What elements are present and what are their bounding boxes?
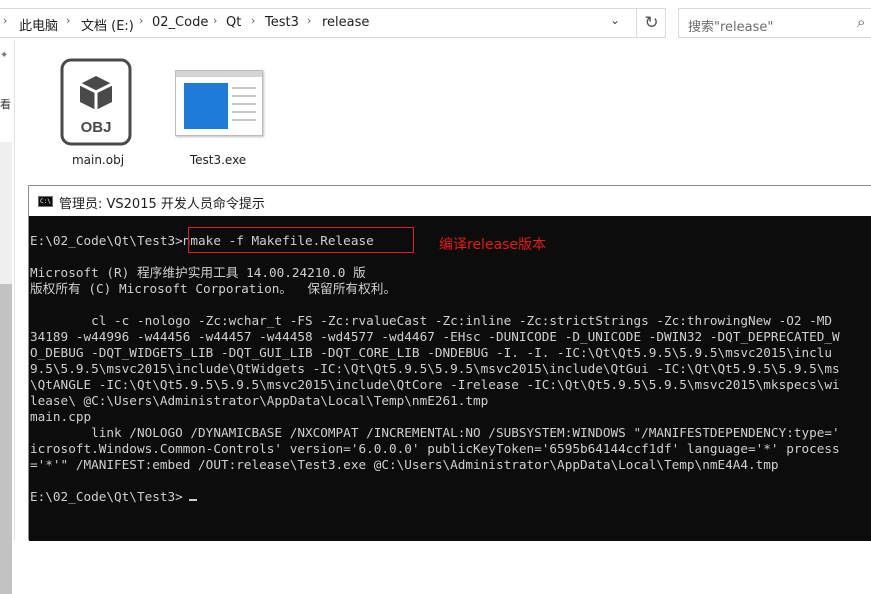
console-title: 管理员: VS2015 开发人员命令提示 [59,197,265,212]
navigation-pane: ✦ 看 [0,40,15,594]
refresh-button[interactable]: ↻ [636,9,666,37]
chevron-right-icon: › [307,14,312,27]
obj-file-icon: OBJ [60,58,132,146]
search-icon[interactable]: ⌕ [857,13,865,31]
console-line: 版权所有 (C) Microsoft Corporation。 保留所有权利。 [30,281,397,296]
pin-icon: ✦ [0,50,9,61]
chevron-right-icon: › [139,14,144,27]
file-name: main.obj [71,153,125,167]
breadcrumb-drive-e[interactable]: 文档 (E:) [81,15,134,34]
obj-badge-text: OBJ [81,119,112,136]
file-main-obj[interactable]: OBJ main.obj [50,56,146,176]
command-highlight-box [188,227,414,253]
console-line: ='*'" /MANIFEST:embed /OUT:release\Test3… [30,457,779,472]
chevron-right-icon: › [213,14,218,27]
exe-file-icon [175,70,263,136]
breadcrumb-02-code[interactable]: 02_Code [152,15,208,30]
search-placeholder: 搜索"release" [688,20,774,35]
file-name: Test3.exe [189,153,247,167]
console-line: \QtANGLE -IC:\Qt\Qt5.9.5\5.9.5\msvc2015\… [30,377,840,392]
nav-scrollbar-thumb[interactable] [0,284,12,594]
console-line: 9.5\5.9.5\msvc2015\include\QtWidgets -IC… [30,361,840,376]
console-line: main.cpp [30,409,92,424]
breadcrumb-qt[interactable]: Qt [226,15,241,30]
console-line: cl -c -nologo -Zc:wchar_t -FS -Zc:rvalue… [30,313,833,328]
chevron-down-icon[interactable]: ⌄ [610,13,620,27]
nav-scrollbar[interactable] [0,142,12,594]
chevron-right-icon: › [251,14,256,27]
search-box[interactable]: 搜索"release" ⌕ [678,8,871,38]
console-icon: C:\ [38,196,53,207]
file-test3-exe[interactable]: Test3.exe [170,56,266,176]
console-titlebar[interactable]: C:\ 管理员: VS2015 开发人员命令提示 [29,186,871,216]
console-window[interactable]: C:\ 管理员: VS2015 开发人员命令提示 E:\02_Code\Qt\T… [28,185,871,541]
chevron-right-icon: › [66,14,71,27]
text-cursor [189,499,197,501]
console-line: Microsoft (R) 程序维护实用工具 14.00.24210.0 版 [30,265,366,280]
console-prompt: E:\02_Code\Qt\Test3> [30,489,183,504]
annotation-label: 编译release版本 [439,237,547,253]
breadcrumb-this-pc[interactable]: 此电脑 [19,15,58,34]
console-output[interactable]: E:\02_Code\Qt\Test3>nmake -f Makefile.Re… [29,216,871,541]
refresh-icon: ↻ [644,13,659,33]
console-line: lease\ @C:\Users\Administrator\AppData\L… [30,393,489,408]
address-bar[interactable]: › 此电脑 › 文档 (E:) › 02_Code › Qt › Test3 ›… [0,8,666,38]
chevron-right-icon: › [3,14,8,27]
console-line: O_DEBUG -DQT_WIDGETS_LIB -DQT_GUI_LIB -D… [30,345,833,360]
breadcrumb-release[interactable]: release [322,15,369,30]
console-line: icrosoft.Windows.Common-Controls' versio… [30,441,840,456]
console-line: 34189 -w44996 -w44456 -w44457 -w44458 -w… [30,329,840,344]
breadcrumb-test3[interactable]: Test3 [265,15,299,30]
console-line: link /NOLOGO /DYNAMICBASE /NXCOMPAT /INC… [30,425,840,440]
nav-item-fragment[interactable]: 看 [0,96,11,112]
